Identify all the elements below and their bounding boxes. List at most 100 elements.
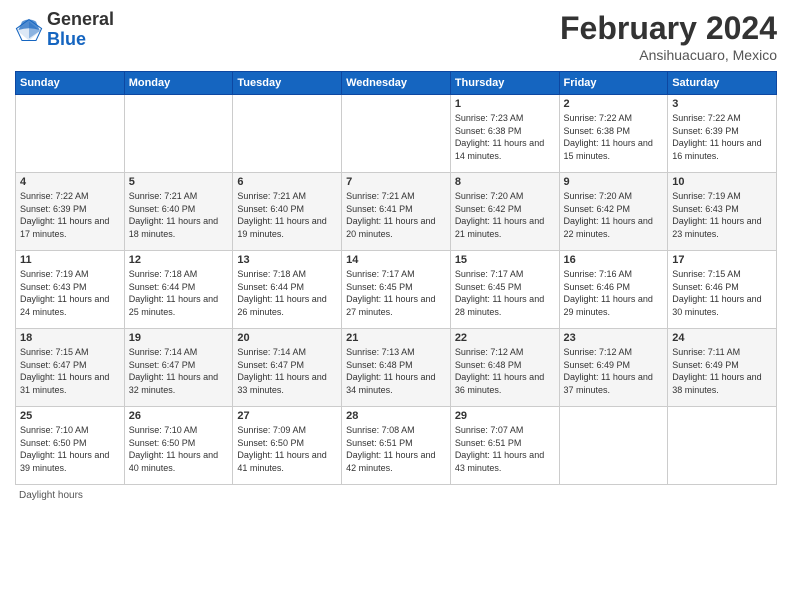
day-cell: 25Sunrise: 7:10 AMSunset: 6:50 PMDayligh… [16,407,125,485]
day-number: 9 [564,176,664,188]
day-number: 3 [672,98,772,110]
day-cell: 22Sunrise: 7:12 AMSunset: 6:48 PMDayligh… [450,329,559,407]
day-cell: 26 Sunrise: 7:10 AMSunset: 6:50 PMDayligh… [124,407,233,485]
day-info: Sunrise: 7:23 AMSunset: 6:38 PMDaylight:… [455,112,555,162]
day-number: 18 [20,332,120,344]
day-cell: 2 Sunrise: 7:22 AMSunset: 6:38 PMDaylight… [559,95,668,173]
day-cell: 7 Sunrise: 7:21 AMSunset: 6:41 PMDaylight… [342,173,451,251]
day-info: Sunrise: 7:10 AMSunset: 6:50 PMDaylight:… [20,424,120,474]
day-cell: 4Sunrise: 7:22 AMSunset: 6:39 PMDaylight… [16,173,125,251]
day-number: 12 [129,254,229,266]
day-cell: 3 Sunrise: 7:22 AMSunset: 6:39 PMDaylight… [668,95,777,173]
day-number: 28 [346,410,446,422]
day-cell: 10 Sunrise: 7:19 AMSunset: 6:43 PMDayligh… [668,173,777,251]
col-header-tuesday: Tuesday [233,72,342,95]
day-number: 19 [129,332,229,344]
day-cell: 27 Sunrise: 7:09 AMSunset: 6:50 PMDayligh… [233,407,342,485]
day-number: 10 [672,176,772,188]
day-cell [16,95,125,173]
day-cell: 28 Sunrise: 7:08 AMSunset: 6:51 PMDayligh… [342,407,451,485]
day-info: Sunrise: 7:22 AMSunset: 6:39 PMDaylight:… [672,112,772,162]
day-number: 1 [455,98,555,110]
day-info: Sunrise: 7:21 AMSunset: 6:41 PMDaylight:… [346,190,446,240]
day-info: Sunrise: 7:18 AMSunset: 6:44 PMDaylight:… [237,268,337,318]
day-cell: 14 Sunrise: 7:17 AMSunset: 6:45 PMDayligh… [342,251,451,329]
day-number: 24 [672,332,772,344]
day-info: Sunrise: 7:21 AMSunset: 6:40 PMDaylight:… [237,190,337,240]
col-header-sunday: Sunday [16,72,125,95]
day-number: 15 [455,254,555,266]
day-cell [233,95,342,173]
day-number: 22 [455,332,555,344]
day-cell: 24 Sunrise: 7:11 AMSunset: 6:49 PMDayligh… [668,329,777,407]
header: General Blue February 2024 Ansihuacuaro,… [15,10,777,63]
day-info: Sunrise: 7:11 AMSunset: 6:49 PMDaylight:… [672,346,772,396]
day-cell: 9 Sunrise: 7:20 AMSunset: 6:42 PMDaylight… [559,173,668,251]
calendar-title: February 2024 [560,10,777,47]
day-info: Sunrise: 7:20 AMSunset: 6:42 PMDaylight:… [564,190,664,240]
header-row: SundayMondayTuesdayWednesdayThursdayFrid… [16,72,777,95]
col-header-thursday: Thursday [450,72,559,95]
day-info: Sunrise: 7:22 AMSunset: 6:38 PMDaylight:… [564,112,664,162]
day-cell: 12 Sunrise: 7:18 AMSunset: 6:44 PMDayligh… [124,251,233,329]
day-number: 27 [237,410,337,422]
week-row-4: 25Sunrise: 7:10 AMSunset: 6:50 PMDayligh… [16,407,777,485]
day-info: Sunrise: 7:14 AMSunset: 6:47 PMDaylight:… [129,346,229,396]
day-number: 2 [564,98,664,110]
day-number: 7 [346,176,446,188]
day-number: 8 [455,176,555,188]
col-header-wednesday: Wednesday [342,72,451,95]
day-info: Sunrise: 7:17 AMSunset: 6:45 PMDaylight:… [346,268,446,318]
day-info: Sunrise: 7:17 AMSunset: 6:45 PMDaylight:… [455,268,555,318]
week-row-3: 18 Sunrise: 7:15 AMSunset: 6:47 PMDayligh… [16,329,777,407]
day-cell: 6Sunrise: 7:21 AMSunset: 6:40 PMDaylight… [233,173,342,251]
calendar-table: SundayMondayTuesdayWednesdayThursdayFrid… [15,71,777,485]
logo-icon [15,16,43,44]
day-info: Sunrise: 7:14 AMSunset: 6:47 PMDaylight:… [237,346,337,396]
day-cell: 11 Sunrise: 7:19 AMSunset: 6:43 PMDayligh… [16,251,125,329]
day-cell: 21 Sunrise: 7:13 AMSunset: 6:48 PMDayligh… [342,329,451,407]
day-info: Sunrise: 7:21 AMSunset: 6:40 PMDaylight:… [129,190,229,240]
day-number: 17 [672,254,772,266]
day-info: Sunrise: 7:15 AMSunset: 6:47 PMDaylight:… [20,346,120,396]
col-header-saturday: Saturday [668,72,777,95]
week-row-2: 11 Sunrise: 7:19 AMSunset: 6:43 PMDayligh… [16,251,777,329]
day-cell: 29Sunrise: 7:07 AMSunset: 6:51 PMDayligh… [450,407,559,485]
day-cell [342,95,451,173]
day-cell: 19 Sunrise: 7:14 AMSunset: 6:47 PMDayligh… [124,329,233,407]
week-row-1: 4Sunrise: 7:22 AMSunset: 6:39 PMDaylight… [16,173,777,251]
logo-general: General [47,10,114,30]
day-cell: 16Sunrise: 7:16 AMSunset: 6:46 PMDayligh… [559,251,668,329]
day-cell: 8 Sunrise: 7:20 AMSunset: 6:42 PMDaylight… [450,173,559,251]
day-number: 4 [20,176,120,188]
day-info: Sunrise: 7:13 AMSunset: 6:48 PMDaylight:… [346,346,446,396]
logo: General Blue [15,10,114,50]
day-info: Sunrise: 7:09 AMSunset: 6:50 PMDaylight:… [237,424,337,474]
day-number: 21 [346,332,446,344]
day-number: 26 [129,410,229,422]
day-info: Sunrise: 7:12 AMSunset: 6:49 PMDaylight:… [564,346,664,396]
footer: Daylight hours [15,490,777,501]
day-info: Sunrise: 7:20 AMSunset: 6:42 PMDaylight:… [455,190,555,240]
day-info: Sunrise: 7:19 AMSunset: 6:43 PMDaylight:… [20,268,120,318]
day-number: 13 [237,254,337,266]
day-number: 16 [564,254,664,266]
day-info: Sunrise: 7:08 AMSunset: 6:51 PMDaylight:… [346,424,446,474]
day-cell: 15 Sunrise: 7:17 AMSunset: 6:45 PMDayligh… [450,251,559,329]
day-info: Sunrise: 7:18 AMSunset: 6:44 PMDaylight:… [129,268,229,318]
day-info: Sunrise: 7:15 AMSunset: 6:46 PMDaylight:… [672,268,772,318]
day-cell [668,407,777,485]
footer-text: Daylight hours [19,490,83,501]
day-cell: 5 Sunrise: 7:21 AMSunset: 6:40 PMDaylight… [124,173,233,251]
day-cell: 17 Sunrise: 7:15 AMSunset: 6:46 PMDayligh… [668,251,777,329]
day-cell [124,95,233,173]
day-info: Sunrise: 7:10 AMSunset: 6:50 PMDaylight:… [129,424,229,474]
day-number: 20 [237,332,337,344]
day-number: 11 [20,254,120,266]
day-info: Sunrise: 7:19 AMSunset: 6:43 PMDaylight:… [672,190,772,240]
calendar-subtitle: Ansihuacuaro, Mexico [560,47,777,63]
day-number: 5 [129,176,229,188]
day-number: 14 [346,254,446,266]
day-cell: 20 Sunrise: 7:14 AMSunset: 6:47 PMDayligh… [233,329,342,407]
logo-blue: Blue [47,30,114,50]
